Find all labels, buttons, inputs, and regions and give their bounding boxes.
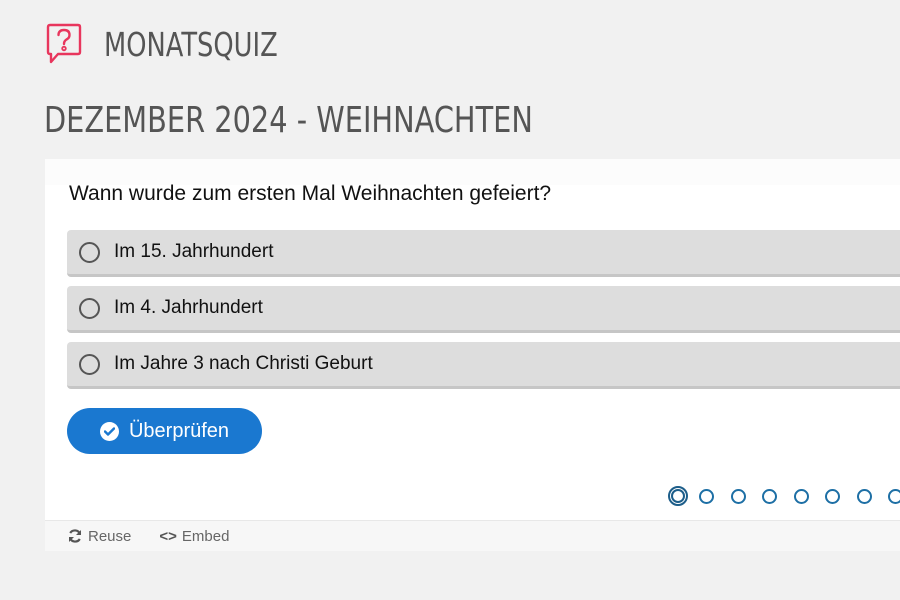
code-icon: <> [159,527,177,545]
answer-label: Im 15. Jahrhundert [114,241,274,262]
question-bubble-icon [46,23,82,64]
question-progress-dots [668,486,900,506]
check-circle-icon [99,421,119,441]
radio-icon[interactable] [79,297,100,319]
reuse-label: Reuse [88,527,132,545]
answer-option[interactable]: Im 4. Jahrhundert [67,286,900,333]
quiz-title: DEZEMBER 2024 - WEIHNACHTEN [44,100,533,141]
answer-label: Im Jahre 3 nach Christi Geburt [114,353,373,374]
progress-dot[interactable] [762,488,777,504]
page-header: MONATSQUIZ [46,22,327,66]
answer-label: Im 4. Jahrhundert [114,297,263,318]
progress-dot[interactable] [699,488,714,504]
progress-dot[interactable] [888,488,900,504]
answer-option[interactable]: Im Jahre 3 nach Christi Geburt [67,342,900,389]
radio-icon[interactable] [79,241,100,263]
check-button[interactable]: Überprüfen [67,408,262,454]
progress-dot[interactable] [825,488,840,504]
check-button-label: Überprüfen [128,419,230,442]
embed-button[interactable]: <> Embed [159,528,229,545]
radio-icon[interactable] [79,353,100,375]
answer-option[interactable]: Im 15. Jahrhundert [67,230,900,277]
progress-dot[interactable] [856,488,872,504]
reuse-button[interactable]: Reuse [67,528,131,545]
progress-dot-current[interactable] [668,486,688,506]
question-text: Wann wurde zum ersten Mal Weihnachten ge… [69,182,552,205]
card-footer: Reuse <> Embed [45,520,900,551]
progress-dot[interactable] [793,488,809,504]
page-title: MONATSQUIZ [104,24,278,64]
refresh-icon [68,529,82,543]
embed-label: Embed [181,527,230,545]
progress-dot-inner [671,489,685,503]
quiz-card: Wann wurde zum ersten Mal Weihnachten ge… [45,159,900,520]
progress-dot[interactable] [730,488,746,504]
